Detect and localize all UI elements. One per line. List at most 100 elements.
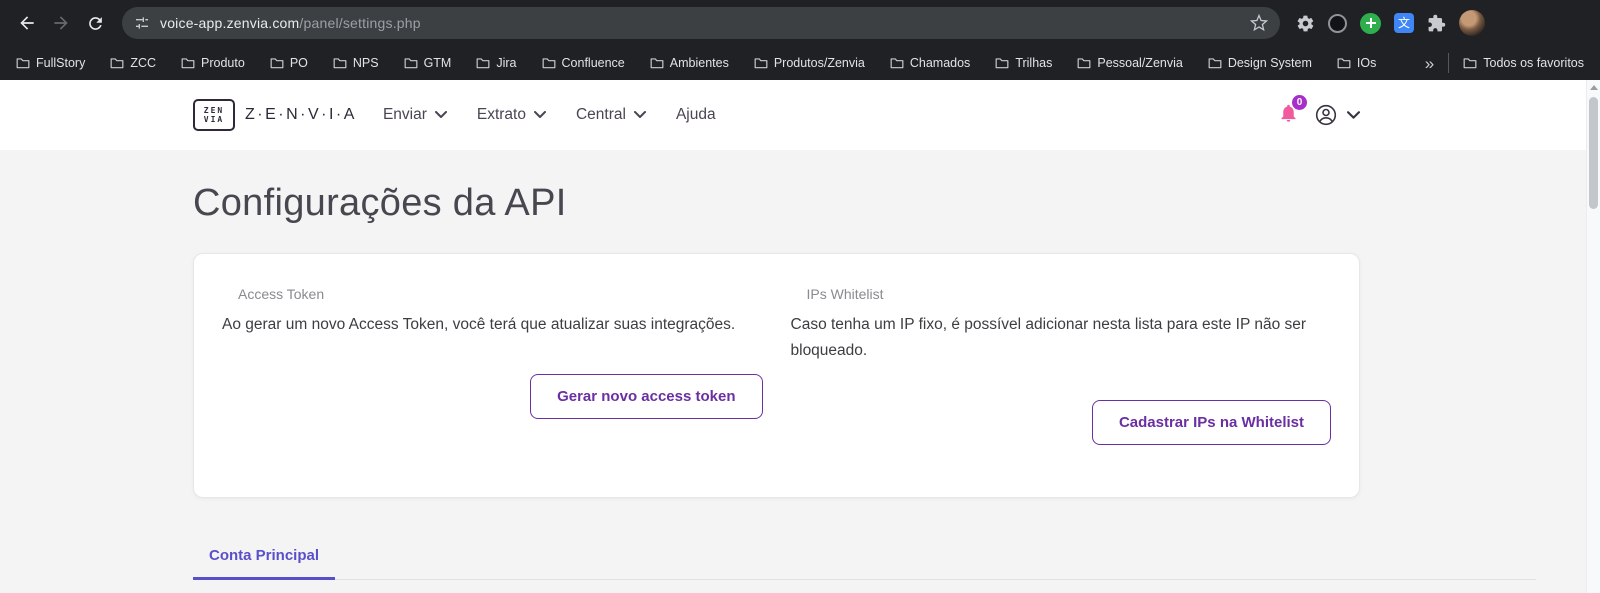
nav-extrato[interactable]: Extrato (477, 106, 546, 124)
folder-icon (754, 58, 768, 69)
register-ips-whitelist-button[interactable]: Cadastrar IPs na Whitelist (1091, 400, 1331, 445)
chevron-down-icon (1347, 110, 1360, 119)
folder-icon (270, 58, 284, 69)
toolbar-right-icons (1296, 10, 1485, 36)
account-menu-button[interactable] (1314, 103, 1360, 127)
all-bookmarks-label: Todos os favoritos (1483, 56, 1584, 70)
nav-label: Ajuda (675, 106, 716, 123)
bookmark-label: Design System (1227, 56, 1312, 70)
bookmarks-divider (1448, 53, 1450, 73)
chevron-down-icon (633, 111, 646, 118)
folder-icon (1208, 58, 1222, 69)
bookmark-folder[interactable]: NPS (333, 56, 379, 70)
access-token-label: Access Token (238, 286, 325, 302)
folder-icon (16, 58, 30, 69)
ips-whitelist-label: IPs Whitelist (806, 286, 884, 302)
scrollbar-up-arrow[interactable] (1587, 80, 1600, 94)
bookmark-star-icon[interactable] (1250, 14, 1268, 32)
browser-profile-avatar[interactable] (1459, 10, 1485, 36)
bookmark-folder[interactable]: Trilhas (995, 56, 1052, 70)
back-arrow-icon (20, 16, 34, 30)
access-token-description: Ao gerar um novo Access Token, você terá… (222, 316, 736, 333)
bookmark-label: Produto (201, 56, 245, 70)
bookmark-folder[interactable]: Chamados (890, 56, 970, 70)
folder-icon (110, 58, 124, 69)
folder-icon (650, 58, 664, 69)
bookmark-folder[interactable]: PO (270, 56, 308, 70)
plus-glyph (1365, 18, 1376, 28)
bookmark-folder[interactable]: FullStory (16, 56, 85, 70)
notification-badge: 0 (1292, 94, 1307, 110)
folder-icon (995, 58, 1009, 69)
site-info-icon[interactable] (134, 15, 150, 31)
refresh-icon (88, 16, 102, 30)
address-bar[interactable]: voice-app.zenvia.com/panel/settings.php (122, 7, 1280, 39)
brand-wordmark: Z·E·N·V·I·A (245, 106, 357, 123)
user-account-icon (1315, 104, 1337, 126)
folder-icon (181, 58, 195, 69)
translate-extension-icon[interactable] (1394, 13, 1414, 33)
bookmark-label: Jira (496, 56, 517, 70)
logo-line-2: VIA (203, 115, 225, 124)
chevron-down-icon (533, 111, 546, 118)
ips-whitelist-section: IPs Whitelist Caso tenha um IP fixo, é p… (790, 286, 1331, 445)
bookmark-label: Pessoal/Zenvia (1097, 56, 1183, 70)
url-path: /panel/settings.php (299, 15, 421, 31)
bookmark-label: Confluence (561, 56, 625, 70)
nav-enviar[interactable]: Enviar (383, 106, 447, 124)
bookmarks-right-group: » Todos os favoritos (1425, 53, 1584, 73)
bookmark-folder[interactable]: Produtos/Zenvia (754, 56, 865, 70)
notifications-button[interactable]: 0 (1278, 94, 1307, 129)
nav-ajuda[interactable]: Ajuda (676, 106, 716, 124)
bookmark-folder[interactable]: ZCC (110, 56, 156, 70)
bookmark-label: PO (289, 56, 308, 70)
forward-button[interactable] (44, 6, 78, 40)
page-scrollbar[interactable] (1586, 80, 1600, 593)
nav-label: Central (575, 106, 626, 123)
green-plus-icon[interactable] (1360, 12, 1381, 34)
zenvia-logo[interactable]: ZEN VIA (193, 99, 235, 131)
bookmark-folder[interactable]: Design System (1208, 56, 1312, 70)
dark-circle-extension-icon[interactable] (1328, 13, 1347, 33)
bookmark-folder[interactable]: GTM (404, 56, 452, 70)
tabs-bar: Conta Principal (193, 534, 1536, 580)
folder-icon (333, 58, 347, 69)
bookmark-folder[interactable]: Produto (181, 56, 245, 70)
nav-central[interactable]: Central (576, 106, 646, 124)
main-nav: Enviar Extrato Central Ajuda (383, 106, 716, 124)
folder-icon (1077, 58, 1091, 69)
bookmark-label: GTM (423, 56, 452, 70)
back-button[interactable] (10, 6, 44, 40)
url-text: voice-app.zenvia.com/panel/settings.php (160, 15, 1240, 31)
extensions-puzzle-icon[interactable] (1427, 14, 1446, 33)
nav-label: Enviar (382, 106, 427, 123)
url-host: voice-app.zenvia.com (160, 15, 300, 31)
gear-icon[interactable] (1296, 14, 1315, 33)
ips-whitelist-description: Caso tenha um IP fixo, é possível adicio… (790, 316, 1307, 359)
folder-icon (890, 58, 904, 69)
bookmark-label: Produtos/Zenvia (773, 56, 865, 70)
generate-access-token-button[interactable]: Gerar novo access token (530, 374, 763, 419)
api-settings-card: Access Token Ao gerar um novo Access Tok… (193, 253, 1360, 498)
tab-conta-principal[interactable]: Conta Principal (193, 534, 336, 580)
bookmark-folder[interactable]: Pessoal/Zenvia (1077, 56, 1183, 70)
browser-toolbar: voice-app.zenvia.com/panel/settings.php (0, 0, 1600, 46)
folder-icon (542, 58, 555, 69)
bookmark-label: Chamados (909, 56, 971, 70)
page-content: Configurações da API Access Token Ao ger… (0, 150, 1600, 580)
bookmarks-overflow-chevron[interactable]: » (1425, 55, 1434, 72)
bookmark-label: IOs (1356, 56, 1377, 70)
folder-icon (1337, 58, 1351, 69)
forward-arrow-icon (54, 16, 68, 30)
all-bookmarks-button[interactable]: Todos os favoritos (1463, 56, 1584, 70)
bookmark-folder[interactable]: IOs (1337, 56, 1376, 70)
bookmark-label: Trilhas (1015, 56, 1053, 70)
refresh-button[interactable] (78, 6, 112, 40)
app-header: ZEN VIA Z·E·N·V·I·A Enviar Extrato Centr… (0, 80, 1600, 150)
chevron-down-icon (434, 111, 447, 118)
bookmark-folder[interactable]: Confluence (542, 56, 625, 70)
bookmark-folder[interactable]: Ambientes (650, 56, 729, 70)
bookmarks-bar: FullStory ZCC Produto PO NPS GTM Jira Co… (0, 46, 1600, 80)
scrollbar-thumb[interactable] (1589, 97, 1598, 209)
bookmark-folder[interactable]: Jira (476, 56, 517, 70)
